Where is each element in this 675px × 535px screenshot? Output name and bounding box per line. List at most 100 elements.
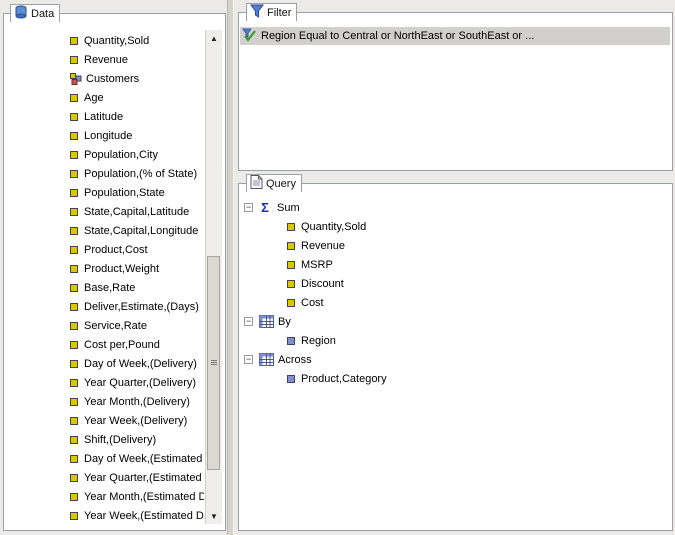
tree-node-across[interactable]: − Across [244,350,664,369]
measure-icon [70,264,78,273]
query-field-item[interactable]: Quantity,Sold [244,217,664,236]
data-field-item[interactable]: Product,Weight [70,259,204,278]
data-field-label: Product,Weight [84,262,160,275]
data-field-label: Day of Week,(Delivery) [84,357,197,370]
filter-condition-text: Region Equal to Central or NorthEast or … [261,30,535,42]
measure-icon [70,131,78,140]
vertical-splitter[interactable] [227,0,234,535]
data-field-item[interactable]: Deliver,Estimate,(Days) [70,297,204,316]
data-field-item[interactable]: Year Month,(Estimated D [70,487,204,506]
data-field-item[interactable]: Population,State [70,183,204,202]
data-field-item[interactable]: Longitude [70,126,204,145]
measure-icon [70,321,78,330]
query-field-item[interactable]: Cost [244,293,664,312]
data-field-label: Population,City [84,148,158,161]
measure-icon [70,454,78,463]
data-field-item[interactable]: Year Week,(Delivery) [70,411,204,430]
tree-node-sum[interactable]: − Σ Sum [244,198,664,217]
data-field-item[interactable]: Day of Week,(Delivery) [70,354,204,373]
data-field-label: Year Quarter,(Delivery) [84,376,197,389]
query-field-label: Quantity,Sold [301,220,367,233]
data-field-label: Population,State [84,186,165,199]
filter-condition-row[interactable]: Region Equal to Central or NorthEast or … [240,27,670,45]
data-field-item[interactable]: Year Month,(Delivery) [70,392,204,411]
data-field-item[interactable]: Product,Cost [70,240,204,259]
data-field-item[interactable]: Year Week,(Estimated De [70,506,204,525]
data-field-item[interactable]: Age [70,88,204,107]
data-field-label: Year Month,(Estimated D [84,490,204,503]
measure-icon [287,279,295,288]
measure-icon [70,245,78,254]
scroll-up-arrow-icon[interactable]: ▲ [206,30,222,46]
filter-funnel-icon [250,4,264,21]
measure-icon [287,222,295,231]
data-field-item[interactable]: Latitude [70,107,204,126]
data-field-item[interactable]: Service,Rate [70,316,204,335]
measure-icon [287,298,295,307]
data-tab[interactable]: Data [10,4,61,22]
collapse-icon[interactable]: − [244,317,253,326]
dimension-icon [287,374,295,383]
data-field-item[interactable]: State,Capital,Longitude [70,221,204,240]
measure-icon [70,283,78,292]
measure-icon [70,435,78,444]
measure-icon [70,207,78,216]
data-field-label: Latitude [84,110,124,123]
collapse-icon[interactable]: − [244,355,253,364]
data-field-label: Year Quarter,(Estimated [84,471,202,484]
data-field-label: Deliver,Estimate,(Days) [84,300,199,313]
data-field-list[interactable]: Quantity,Sold Revenue Customers Age Latitude… [70,31,204,525]
collapse-icon[interactable]: − [244,203,253,212]
data-field-item[interactable]: Cost per,Pound [70,335,204,354]
data-field-item[interactable]: Year Quarter,(Estimated [70,468,204,487]
scroll-down-arrow-icon[interactable]: ▼ [206,508,222,524]
measure-icon [70,302,78,311]
query-field-label: Revenue [301,239,346,252]
data-field-item[interactable]: Year Quarter,(Delivery) [70,373,204,392]
measure-icon [70,416,78,425]
data-field-label: Longitude [84,129,133,142]
measure-icon [70,359,78,368]
data-field-label: Service,Rate [84,319,147,332]
tree-node-by[interactable]: − By [244,312,664,331]
data-scrollbar[interactable]: ▲ ▼ [205,30,222,524]
data-field-label: Year Month,(Delivery) [84,395,190,408]
query-field-item[interactable]: MSRP [244,255,664,274]
data-field-item[interactable]: Day of Week,(Estimated [70,449,204,468]
data-field-item[interactable]: Revenue [70,50,204,69]
query-field-item[interactable]: Region [244,331,664,350]
data-tab-label: Data [31,7,55,20]
measure-icon [70,226,78,235]
measure-icon [70,378,78,387]
filter-tab[interactable]: Filter [246,3,298,21]
scroll-thumb[interactable] [207,256,220,470]
query-field-label: Cost [301,296,324,309]
data-field-item[interactable]: Base,Rate [70,278,204,297]
sigma-icon: Σ [261,200,269,215]
grid-rows-icon [259,315,274,328]
data-field-item[interactable]: Population,City [70,145,204,164]
query-tab[interactable]: Query [246,174,302,192]
query-tree: − Σ Sum Quantity,Sold Revenue MSRP Discount… [244,198,664,388]
data-field-label: Population,(% of State) [84,167,198,180]
measure-icon [70,492,78,501]
data-field-item[interactable]: Shift,(Delivery) [70,430,204,449]
measure-icon [70,93,78,102]
data-field-item[interactable]: State,Capital,Latitude [70,202,204,221]
customers-icon [70,72,82,85]
query-field-item[interactable]: Discount [244,274,664,293]
query-field-item[interactable]: Revenue [244,236,664,255]
query-field-label: Discount [301,277,344,290]
data-field-item[interactable]: Quantity,Sold [70,31,204,50]
data-field-label: Day of Week,(Estimated [84,452,203,465]
query-field-label: Product,Category [301,372,387,385]
tree-node-label: Across [278,353,312,366]
filter-checkmark-icon [242,28,257,45]
data-field-item[interactable]: Customers [70,69,204,88]
filter-tab-label: Filter [267,6,292,19]
measure-icon [70,397,78,406]
measure-icon [287,241,295,250]
data-field-item[interactable]: Population,(% of State) [70,164,204,183]
document-icon [250,175,263,192]
query-field-item[interactable]: Product,Category [244,369,664,388]
